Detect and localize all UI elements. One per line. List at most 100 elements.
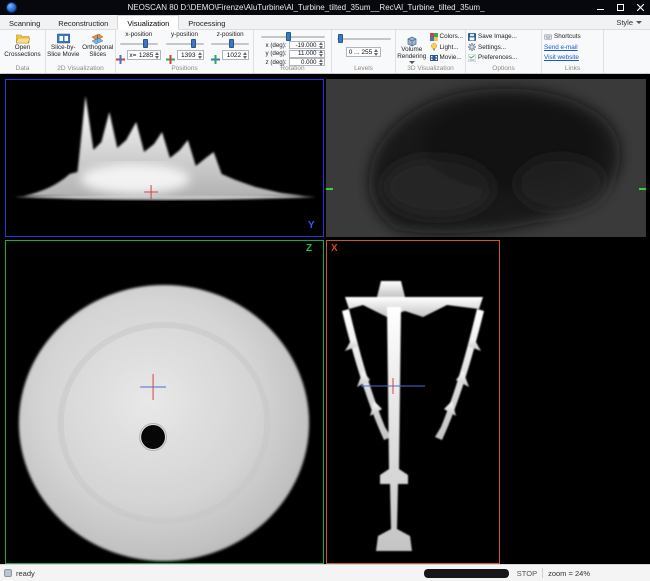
shortcuts-button[interactable]: Shortcuts — [542, 32, 603, 42]
window-title: NEOSCAN 80 D:\DEMO\Firenze\AluTurbine\Al… — [22, 3, 590, 12]
rotation-slider[interactable] — [261, 32, 325, 41]
rotation-y-spinner[interactable] — [319, 50, 323, 57]
y-slice-view[interactable] — [5, 79, 324, 237]
rotation-x-value: -19.000 — [291, 42, 317, 49]
palette-icon — [430, 33, 438, 41]
send-email-link[interactable]: Send e-mail — [542, 43, 603, 53]
x-position-slider-thumb[interactable] — [143, 39, 148, 48]
projection-3d-view[interactable] — [326, 79, 646, 237]
shortcuts-icon — [544, 33, 552, 41]
x-axis-icon — [116, 51, 125, 60]
group-label-positions: Positions — [116, 65, 253, 72]
colors-button[interactable]: Colors... — [428, 32, 465, 42]
floppy-disk-icon — [468, 33, 476, 41]
group-label-3d: 3D Visualization — [396, 65, 465, 72]
x-slice-view[interactable] — [326, 240, 500, 564]
levels-spinner[interactable] — [374, 49, 378, 56]
group-label-links: Links — [542, 65, 603, 72]
levels-range-control[interactable]: 0 ... 255 — [346, 47, 382, 57]
group-label-options: Options — [466, 65, 541, 72]
preferences-button[interactable]: Preferences... — [466, 53, 541, 63]
visit-website-link[interactable]: Visit website — [542, 53, 603, 63]
x-axis-label: X — [331, 243, 338, 254]
rotation-z-value: 0.000 — [291, 59, 317, 66]
close-button[interactable] — [630, 0, 650, 15]
x-spinner-arrows[interactable] — [155, 52, 159, 59]
group-data: Open Crossections Data — [0, 29, 46, 73]
movie-button[interactable]: Movie... — [428, 53, 465, 63]
stop-button[interactable]: STOP — [517, 569, 537, 578]
rotation-x-spinner[interactable] — [319, 42, 323, 49]
style-dropdown-label: Style — [616, 18, 633, 27]
light-button[interactable]: Light... — [428, 43, 465, 53]
title-bar: NEOSCAN 80 D:\DEMO\Firenze\AluTurbine\Al… — [0, 0, 650, 15]
y-position-spinbox[interactable]: 1393 — [166, 50, 204, 60]
minimize-button[interactable] — [590, 0, 610, 15]
y-position-slider-thumb[interactable] — [191, 39, 196, 48]
statusbar-divider — [542, 568, 543, 578]
minimize-icon — [597, 4, 604, 11]
group-label-2d: 2D Visualization — [46, 65, 115, 72]
volume-rendering-button[interactable]: Volume Rendering — [396, 31, 428, 64]
maximize-icon — [617, 4, 624, 11]
maximize-button[interactable] — [610, 0, 630, 15]
tab-reconstruction[interactable]: Reconstruction — [49, 15, 117, 29]
levels-slider-thumb[interactable] — [338, 34, 343, 43]
send-email-label: Send e-mail — [544, 44, 578, 51]
y-axis-icon — [166, 51, 175, 60]
y-axis-label: Y — [308, 220, 315, 231]
z-position-slider-thumb[interactable] — [229, 39, 234, 48]
status-icon — [4, 569, 12, 577]
rotation-z-spinner[interactable] — [319, 59, 323, 66]
app-logo-icon — [6, 2, 17, 13]
ribbon: Open Crossections Data Slice-by-Slice Mo… — [0, 29, 650, 74]
y-position-slider[interactable] — [166, 39, 204, 48]
y-position-title: y-position — [171, 31, 198, 38]
settings-button[interactable]: Settings... — [466, 43, 541, 53]
movie-icon — [430, 54, 438, 62]
open-crossections-button[interactable]: Open Crossections — [0, 29, 45, 58]
rotation-y-label: y (deg): — [261, 50, 287, 57]
group-levels: 0 ... 255 Levels — [332, 29, 396, 73]
group-label-data: Data — [0, 65, 45, 72]
rotation-y-value: 11.000 — [291, 50, 317, 57]
z-position-slider[interactable] — [211, 39, 249, 48]
rotation-z-input[interactable]: 0.000 — [289, 58, 325, 66]
chevron-down-icon — [636, 21, 642, 24]
rotation-z-label: z (deg): — [261, 59, 287, 66]
z-slice-view[interactable] — [5, 240, 324, 564]
z-position-value: 1022 — [224, 52, 241, 59]
colors-label: Colors... — [440, 33, 463, 40]
status-ready-text: ready — [16, 569, 35, 578]
rotation-x-input[interactable]: -19.000 — [289, 41, 325, 49]
zoom-level-text: zoom = 24% — [548, 569, 590, 578]
x-position-spinbox[interactable]: x= 1285 — [116, 50, 161, 60]
orthogonal-slices-button[interactable]: Orthogonal Slices — [81, 29, 115, 58]
orthogonal-slices-label: Orthogonal Slices — [81, 45, 115, 58]
y-spinner-arrows[interactable] — [198, 52, 202, 59]
light-label: Light... — [440, 44, 459, 51]
slice-by-slice-movie-button[interactable]: Slice-by-Slice Movie — [46, 29, 80, 58]
progress-bar — [424, 569, 509, 578]
status-bar: ready STOP zoom = 24% — [0, 564, 650, 581]
tab-scanning[interactable]: Scanning — [0, 15, 49, 29]
app-menu-button[interactable] — [0, 0, 22, 15]
ribbon-tab-row: Scanning Reconstruction Visualization Pr… — [0, 15, 650, 30]
x-position-slider[interactable] — [120, 39, 158, 48]
z-position-title: z-position — [217, 31, 244, 38]
style-dropdown[interactable]: Style — [608, 15, 650, 29]
lightbulb-icon — [430, 43, 438, 51]
z-spinner-arrows[interactable] — [243, 52, 247, 59]
levels-slider[interactable] — [337, 34, 391, 43]
z-position-spinbox[interactable]: 1022 — [211, 50, 249, 60]
chevron-down-icon — [409, 61, 415, 64]
open-crossections-label: Open Crossections — [0, 45, 45, 58]
rotation-slider-thumb[interactable] — [286, 32, 291, 41]
settings-label: Settings... — [478, 44, 506, 51]
tab-visualization[interactable]: Visualization — [117, 15, 179, 30]
save-image-button[interactable]: Save Image... — [466, 32, 541, 42]
rotation-y-input[interactable]: 11.000 — [289, 50, 325, 58]
checklist-icon — [468, 54, 476, 62]
z-axis-label: Z — [306, 243, 312, 254]
tab-processing[interactable]: Processing — [179, 15, 234, 29]
